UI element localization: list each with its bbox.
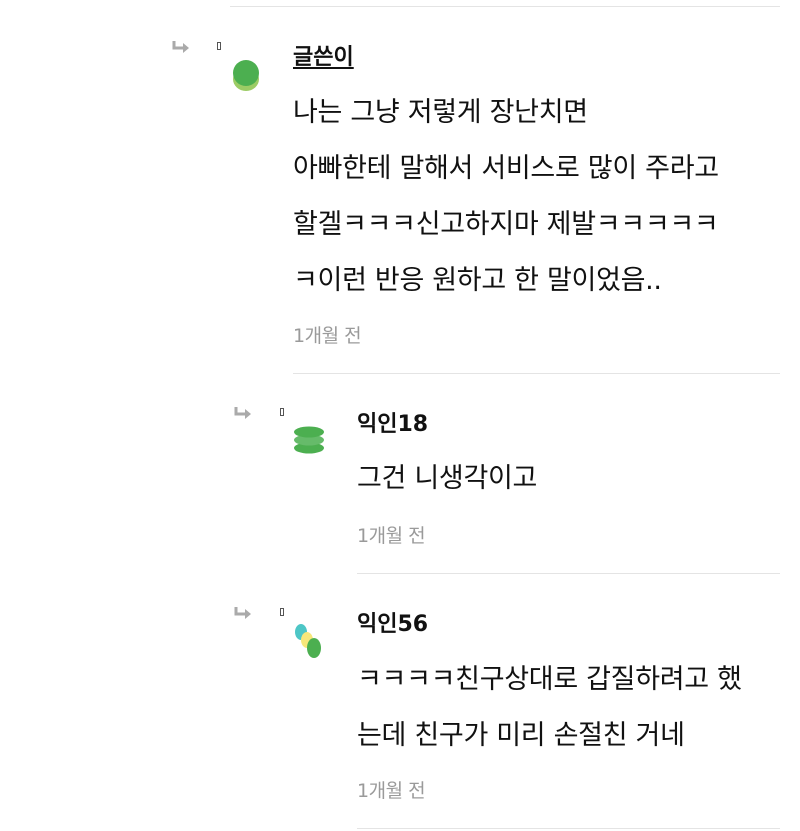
more-options-icon[interactable] — [280, 608, 284, 616]
timestamp: 1개월 전 — [357, 780, 426, 802]
author-name[interactable]: 익인56 — [357, 606, 428, 638]
avatar — [294, 426, 324, 454]
comment-text-line: ㅋㅋㅋㅋ친구상대로 갑질하려고 했 — [357, 664, 742, 695]
reply-arrow-icon — [172, 41, 189, 53]
divider — [357, 828, 780, 829]
comment-text-line: 할겔ㅋㅋㅋ신고하지마 제발ㅋㅋㅋㅋㅋ — [293, 209, 719, 240]
divider — [230, 6, 780, 7]
divider — [357, 573, 780, 574]
comment-text-line: ㅋ이런 반응 원하고 한 말이었음.. — [293, 265, 662, 296]
comment-text-line: 그건 니생각이고 — [357, 463, 538, 494]
reply-arrow-icon — [234, 407, 251, 419]
comment-text-line: 아빠한테 말해서 서비스로 많이 주라고 — [293, 153, 719, 184]
author-name[interactable]: 익인18 — [357, 406, 428, 438]
comment-text-line: 는데 친구가 미리 손절친 거네 — [357, 720, 685, 751]
timestamp: 1개월 전 — [293, 325, 362, 347]
avatar — [233, 60, 259, 91]
more-options-icon[interactable] — [280, 408, 284, 416]
more-options-icon[interactable] — [217, 42, 221, 50]
divider — [293, 373, 780, 374]
author-name[interactable]: 글쓴이 — [293, 39, 354, 71]
avatar — [295, 624, 321, 658]
reply-arrow-icon — [234, 607, 251, 619]
timestamp: 1개월 전 — [357, 525, 426, 547]
comment-text-line: 나는 그냥 저렇게 장난치면 — [293, 97, 588, 128]
